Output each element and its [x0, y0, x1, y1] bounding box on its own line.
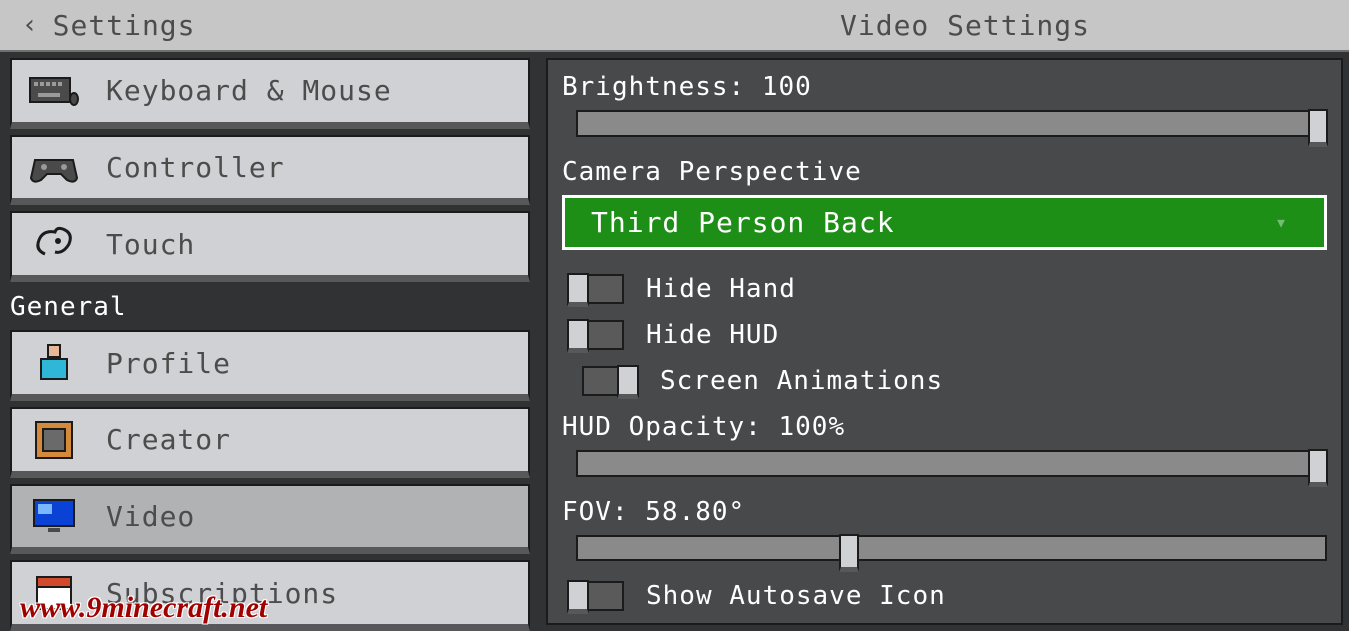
hide-hud-row: Hide HUD	[568, 320, 1327, 350]
hide-hud-label: Hide HUD	[646, 320, 779, 350]
creator-icon	[28, 418, 80, 462]
brightness-label: Brightness: 100	[562, 72, 1327, 102]
autosave-toggle[interactable]	[568, 581, 624, 611]
chevron-left-icon: ‹	[22, 10, 39, 40]
screen-animations-label: Screen Animations	[660, 366, 943, 396]
chevron-down-icon: ▾	[1275, 210, 1288, 234]
sidebar-item-video[interactable]: Video	[10, 484, 530, 555]
back-button[interactable]: ‹ Settings	[0, 9, 196, 42]
hud-opacity-label: HUD Opacity: 100%	[562, 412, 1327, 442]
hud-opacity-slider[interactable]	[576, 450, 1327, 477]
sidebar-item-label: Video	[106, 500, 195, 533]
sidebar-item-label: Touch	[106, 228, 195, 261]
slider-thumb[interactable]	[1308, 109, 1328, 147]
video-icon	[28, 494, 80, 538]
watermark: www.9minecraft.net	[20, 591, 267, 625]
top-bar: ‹ Settings Video Settings	[0, 0, 1349, 52]
sidebar-item-controller[interactable]: Controller	[10, 135, 530, 206]
sidebar-item-label: Controller	[106, 151, 285, 184]
main-panel: Brightness: 100 Camera Perspective Third…	[546, 58, 1343, 625]
keyboard-icon	[28, 69, 80, 113]
screen-animations-toggle[interactable]	[582, 366, 638, 396]
camera-perspective-label: Camera Perspective	[562, 157, 1327, 187]
camera-perspective-dropdown[interactable]: Third Person Back ▾	[562, 195, 1327, 251]
sidebar: Keyboard & Mouse Controller Touch Genera…	[0, 52, 540, 631]
slider-thumb[interactable]	[839, 534, 859, 572]
hide-hand-label: Hide Hand	[646, 274, 796, 304]
hide-hud-toggle[interactable]	[568, 320, 624, 350]
sidebar-item-touch[interactable]: Touch	[10, 211, 530, 282]
sidebar-section-general: General	[10, 288, 530, 324]
hide-hand-toggle[interactable]	[568, 274, 624, 304]
autosave-row: Show Autosave Icon	[568, 581, 1327, 611]
hide-hand-row: Hide Hand	[568, 274, 1327, 304]
page-title: Video Settings	[840, 9, 1090, 42]
brightness-slider[interactable]	[576, 110, 1327, 137]
back-label: Settings	[53, 9, 196, 42]
sidebar-item-label: Keyboard & Mouse	[106, 74, 392, 107]
slider-thumb[interactable]	[1308, 449, 1328, 487]
touch-icon	[28, 222, 80, 266]
sidebar-item-keyboard[interactable]: Keyboard & Mouse	[10, 58, 530, 129]
sidebar-item-label: Creator	[106, 423, 231, 456]
fov-slider[interactable]	[576, 535, 1327, 562]
sidebar-item-creator[interactable]: Creator	[10, 407, 530, 478]
dropdown-value: Third Person Back	[591, 206, 895, 239]
autosave-label: Show Autosave Icon	[646, 581, 946, 611]
fov-label: FOV: 58.80°	[562, 497, 1327, 527]
screen-animations-row: Screen Animations	[582, 366, 1327, 396]
sidebar-item-profile[interactable]: Profile	[10, 330, 530, 401]
controller-icon	[28, 146, 80, 190]
profile-icon	[28, 341, 80, 385]
sidebar-item-label: Profile	[106, 347, 231, 380]
